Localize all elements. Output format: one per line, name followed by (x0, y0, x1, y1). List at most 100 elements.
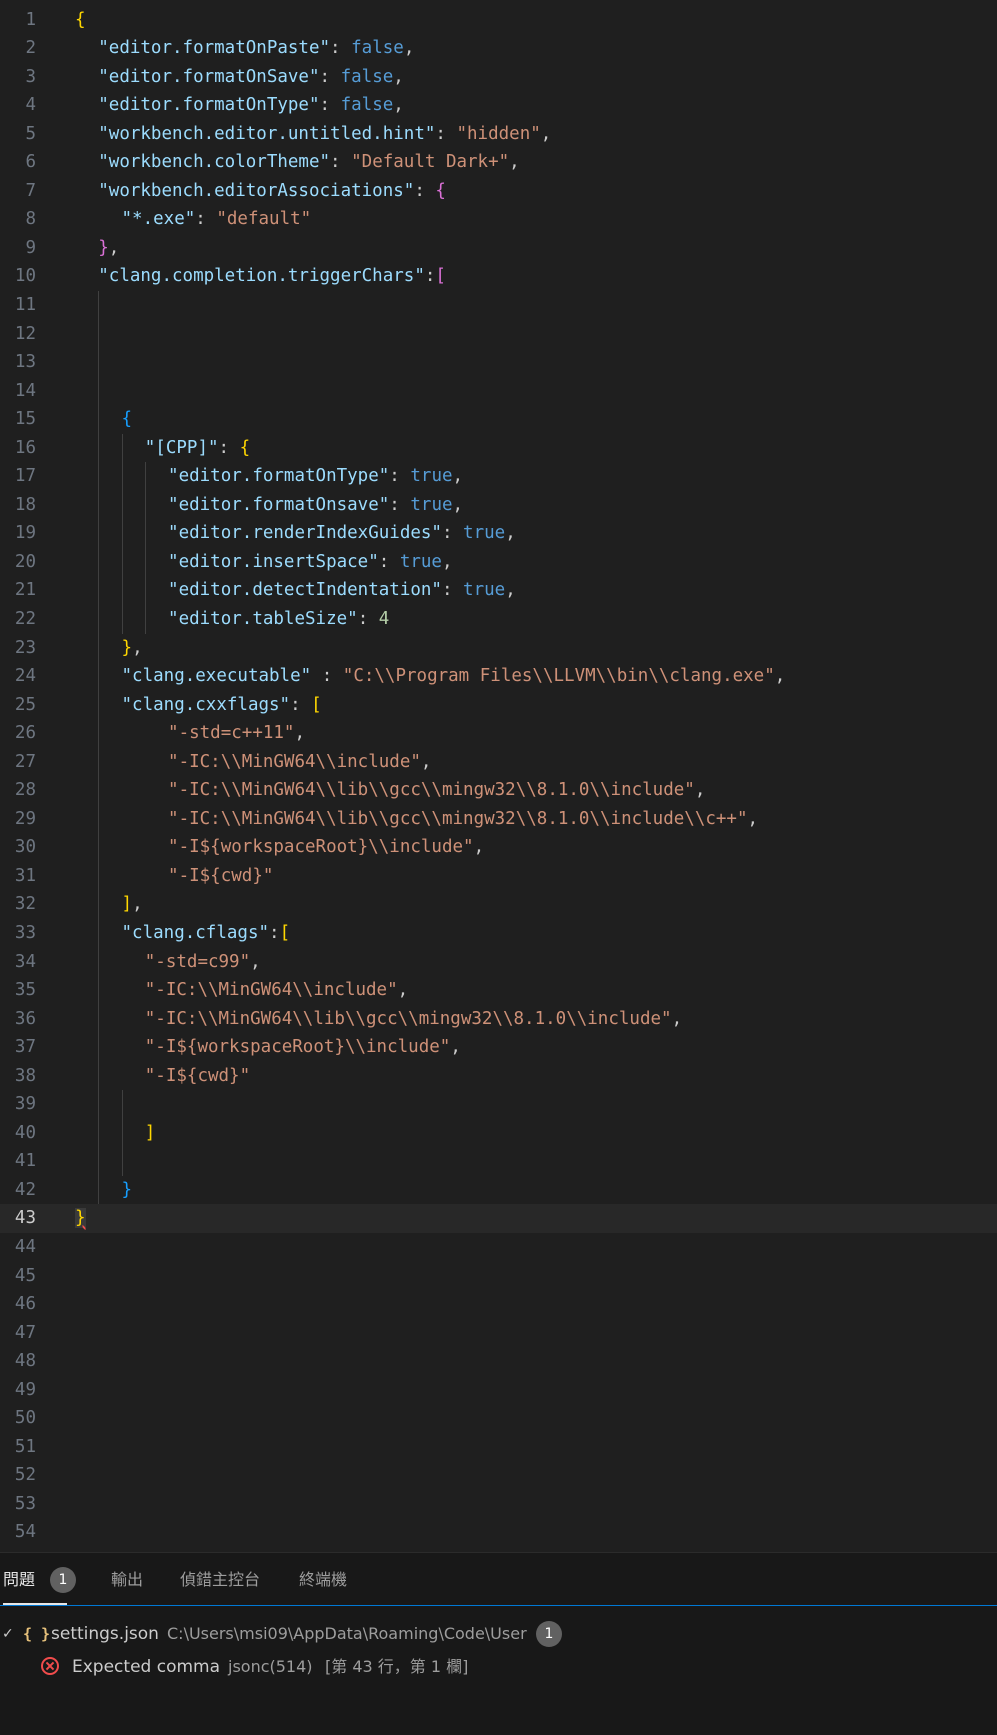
line-number: 2 (25, 38, 36, 59)
code-line[interactable]: 6 "workbench.colorTheme": "Default Dark+"… (0, 148, 997, 177)
code-line[interactable]: 45 (0, 1262, 997, 1291)
line-number: 54 (14, 1522, 36, 1543)
code-line[interactable]: 51 (0, 1433, 997, 1462)
code-line[interactable]: 49 (0, 1376, 997, 1405)
problem-file-row[interactable]: ✓ { } settings.json C:\Users\msi09\AppDa… (0, 1619, 997, 1649)
code-text: ], (122, 890, 143, 919)
code-token: : (319, 66, 341, 87)
code-line[interactable]: 29 "-IC:\\MinGW64\\lib\\gcc\\mingw32\\8.1… (0, 804, 997, 834)
code-line[interactable]: 50 (0, 1404, 997, 1433)
line-number: 12 (14, 323, 36, 344)
code-line[interactable]: 33 "clang.cflags":[ (0, 919, 997, 948)
code-line[interactable]: 21 "editor.detectIndentation": true, (0, 576, 997, 605)
code-token: "editor.formatOnType" (98, 95, 320, 116)
code-line[interactable]: 47 (0, 1319, 997, 1348)
indent-guide (98, 861, 100, 891)
code-line[interactable]: 8 "*.exe": "default" (0, 205, 997, 234)
code-line[interactable]: 15 { (0, 405, 997, 434)
code-line[interactable]: 52 (0, 1461, 997, 1490)
code-line[interactable]: 37 "-I${workspaceRoot}\\include", (0, 1033, 997, 1062)
code-line[interactable]: 17 "editor.formatOnType": true, (0, 462, 997, 491)
indent-guide (98, 462, 100, 491)
code-line[interactable]: 4 "editor.formatOnType": false, (0, 91, 997, 120)
code-token: , (694, 780, 706, 801)
problem-item[interactable]: Expected comma jsonc(514) [第 43 行，第 1 欄] (0, 1652, 997, 1682)
code-line[interactable]: 12 (0, 319, 997, 349)
indent-guide (98, 719, 100, 748)
code-line[interactable]: 31 "-I${cwd}" (0, 861, 997, 891)
code-line[interactable]: 5 "workbench.editor.untitled.hint": "hidd… (0, 120, 997, 149)
line-number: 14 (14, 380, 36, 401)
code-line[interactable]: 24 "clang.executable" : "C:\\Program File… (0, 662, 997, 691)
line-number: 43 (14, 1208, 36, 1229)
code-line[interactable]: 39 (0, 1090, 997, 1119)
indent-guide (98, 776, 100, 805)
code-line[interactable]: 34 "-std=c99", (0, 947, 997, 977)
code-token: "workbench.editor.untitled.hint" (98, 123, 436, 144)
code-line[interactable]: 28 "-IC:\\MinGW64\\lib\\gcc\\mingw32\\8.1… (0, 776, 997, 805)
code-line[interactable]: 14 (0, 376, 997, 406)
code-line[interactable]: 53 (0, 1490, 997, 1519)
code-text: "workbench.colorTheme": "Default Dark+", (98, 148, 519, 177)
code-line[interactable]: 38 "-I${cwd}" (0, 1061, 997, 1091)
code-line[interactable]: 41 (0, 1147, 997, 1176)
code-line[interactable]: 44 (0, 1233, 997, 1262)
code-line[interactable]: 32], (0, 890, 997, 919)
code-line[interactable]: 54 (0, 1518, 997, 1547)
code-line[interactable]: 1{ (0, 6, 997, 35)
code-line[interactable]: 27 "-IC:\\MinGW64\\include", (0, 747, 997, 777)
code-token: true (410, 494, 453, 515)
code-line[interactable]: 2 "editor.formatOnPaste": false, (0, 34, 997, 63)
code-line[interactable]: 26 "-std=c++11", (0, 719, 997, 748)
code-line[interactable]: 36 "-IC:\\MinGW64\\lib\\gcc\\mingw32\\8.1… (0, 1004, 997, 1034)
code-line[interactable]: 46 (0, 1290, 997, 1319)
code-line[interactable]: 18 "editor.formatOnsave": true, (0, 490, 997, 520)
tab-output[interactable]: 輸出 (111, 1567, 143, 1593)
code-line[interactable]: 19 "editor.renderIndexGuides": true, (0, 519, 997, 548)
indent-guide (98, 890, 100, 919)
code-line[interactable]: 40] (0, 1118, 997, 1148)
code-line[interactable]: 22 "editor.tableSize": 4 (0, 604, 997, 634)
code-line[interactable]: 30 "-I${workspaceRoot}\\include", (0, 833, 997, 862)
code-line[interactable]: 23}, (0, 633, 997, 663)
tab-terminal[interactable]: 終端機 (299, 1567, 347, 1593)
code-token: : (319, 95, 341, 116)
code-line[interactable]: 42} (0, 1175, 997, 1205)
indent-guide (121, 1090, 123, 1119)
code-token: "C:\\Program Files\\LLVM\\bin\\clang.exe… (342, 666, 775, 687)
code-line[interactable]: 3 "editor.formatOnSave": false, (0, 63, 997, 92)
code-token: , (509, 152, 520, 173)
code-line[interactable]: 11 (0, 290, 997, 320)
code-line[interactable]: 35 "-IC:\\MinGW64\\include", (0, 976, 997, 1005)
code-text: "-I${workspaceRoot}\\include", (168, 833, 484, 862)
code-text: "-IC:\\MinGW64\\include", (168, 748, 431, 777)
line-number: 47 (14, 1322, 36, 1343)
code-text: "clang.completion.triggerChars":[ (98, 262, 446, 291)
code-line[interactable]: 25 "clang.cxxflags": [ (0, 690, 997, 720)
code-line[interactable]: 16 "[CPP]": { (0, 433, 997, 463)
code-token: "editor.formatOnPaste" (98, 38, 331, 59)
code-line[interactable]: 43} (0, 1204, 997, 1234)
code-token: "clang.cxxflags" (121, 694, 291, 715)
tab-problems[interactable]: 問題 (3, 1567, 68, 1605)
code-token: "editor.formatOnsave" (168, 494, 390, 515)
code-line[interactable]: 13 (0, 348, 997, 377)
indent-guide (121, 1147, 123, 1176)
indent-guide (98, 576, 100, 605)
tab-debug-console[interactable]: 偵錯主控台 (180, 1567, 260, 1593)
code-token: : (435, 123, 457, 144)
code-text: "clang.executable" : "C:\\Program Files\… (122, 662, 786, 691)
code-line[interactable]: 7 "workbench.editorAssociations": { (0, 177, 997, 206)
code-text: "-IC:\\MinGW64\\lib\\gcc\\mingw32\\8.1.0… (168, 805, 758, 834)
code-line[interactable]: 20 "editor.insertSpace": true, (0, 547, 997, 577)
line-number: 10 (14, 266, 36, 287)
chevron-down-icon[interactable]: ✓ (2, 1619, 14, 1649)
code-editor[interactable]: 1{2 "editor.formatOnPaste": false, 3 "edito… (0, 6, 997, 1550)
code-line[interactable]: 9}, (0, 234, 997, 263)
code-token: , (250, 951, 261, 972)
code-token: "-std=c++11" (168, 723, 295, 744)
code-token: } (121, 637, 133, 658)
code-line[interactable]: 48 (0, 1347, 997, 1376)
code-line[interactable]: 10 "clang.completion.triggerChars":[ (0, 262, 997, 291)
line-number: 18 (14, 494, 36, 515)
